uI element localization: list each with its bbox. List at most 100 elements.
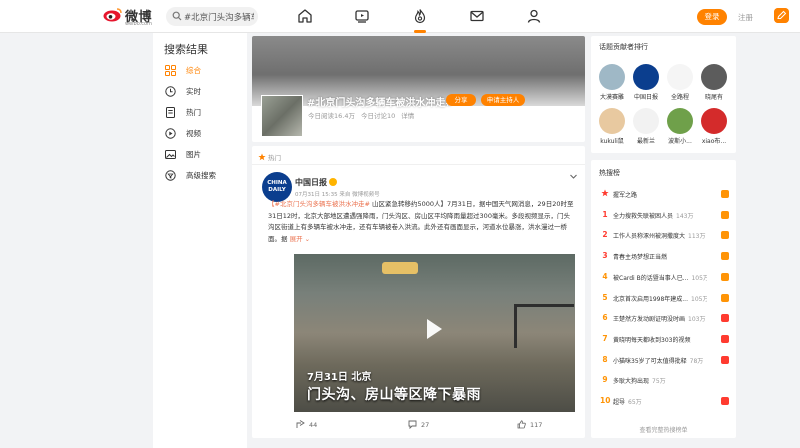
hot-search-count: 105万: [691, 295, 707, 303]
video-icon[interactable]: [354, 8, 370, 24]
hot-search-title-text: 被Cardi B的话暨当事人已...: [613, 274, 689, 282]
contributor-name[interactable]: 中国日报: [631, 92, 661, 101]
hot-search-item[interactable]: 1 全力搜救失联被困人员 143万: [591, 209, 736, 223]
play-circle-icon: [165, 128, 176, 139]
contributor-ranking-card: 话题贡献者排行 大漠赛雕 中国日报 全路程 晓尾有 kukuli鼠 最新兰 波斯小... xi…: [591, 36, 736, 153]
comment-button[interactable]: 27: [408, 420, 429, 429]
sidebar-item-comprehensive[interactable]: 综合: [165, 64, 245, 78]
contributor-avatar[interactable]: [599, 64, 625, 90]
hot-search-title-text: 小猫咪35岁了可太值得批释: [613, 357, 687, 365]
contributor-avatar[interactable]: [667, 64, 693, 90]
contributor-name[interactable]: kukuli鼠: [597, 136, 627, 145]
compose-button[interactable]: [774, 8, 789, 23]
contributor-name[interactable]: 最新兰: [631, 136, 661, 145]
view-full-hot-list-link[interactable]: 查看完整热搜榜单: [591, 425, 736, 434]
sidebar-item-hot[interactable]: 热门: [165, 106, 245, 120]
contributor-avatar[interactable]: [701, 64, 727, 90]
apply-host-button[interactable]: 申请主持人: [481, 94, 525, 106]
top-navbar: 微博 weibo.com #北京门头沟多辆车被洪 登录 注册: [0, 0, 800, 33]
sidebar-item-image[interactable]: 图片: [165, 148, 245, 162]
hot-badge-icon: [721, 334, 729, 343]
share-button[interactable]: 分享: [446, 94, 476, 106]
user-icon[interactable]: [526, 8, 542, 24]
hot-search-item[interactable]: 5 北京首次启用1998年建成... 105万: [591, 292, 736, 306]
hot-search-item[interactable]: 3 青春主场梦想正当燃: [591, 250, 736, 264]
login-button[interactable]: 登录: [697, 9, 727, 25]
sidebar-item-label: 视频: [186, 129, 201, 138]
play-icon[interactable]: [420, 316, 446, 342]
sidebar-item-realtime[interactable]: 实时: [165, 85, 245, 99]
search-input[interactable]: #北京门头沟多辆车被洪: [166, 7, 258, 26]
hot-search-item[interactable]: 7 黄晓明每天都收到303的视频: [591, 333, 736, 347]
sidebar-item-advanced-search[interactable]: 高级搜索: [165, 169, 245, 183]
topic-hashtag[interactable]: 【#北京门头沟多辆车被洪水冲走#: [268, 200, 370, 208]
avatar-text: CHINA DAILY: [267, 180, 287, 193]
video-frame-car: [382, 262, 418, 274]
contributor-name[interactable]: xiao布...: [699, 136, 729, 145]
hot-search-rank: [600, 189, 610, 199]
hot-badge-icon: [721, 397, 729, 405]
hot-search-text: 多耿大狗出现 75万: [613, 376, 707, 385]
hot-search-text: 工作人员称涿州被洞撒度大 113万: [613, 231, 707, 240]
contributor-name[interactable]: 波斯小...: [665, 136, 695, 145]
section-label: 热门: [258, 152, 281, 162]
sidebar-item-label: 综合: [186, 66, 201, 75]
hot-search-text: 黄晓明每天都收到303的视频: [613, 335, 707, 344]
contributor-name[interactable]: 全路程: [665, 92, 695, 101]
weibo-logo[interactable]: 微博 weibo.com: [103, 6, 163, 28]
sidebar-item-label: 图片: [186, 150, 201, 159]
hot-search-title-text: 青春主场梦想正当燃: [613, 254, 668, 262]
expand-link[interactable]: 展开: [290, 235, 303, 243]
hot-search-rank: 8: [602, 354, 608, 364]
contributor-avatar[interactable]: [701, 108, 727, 134]
hot-search-title-text: 北京首次启用1998年建成...: [613, 295, 688, 303]
hot-search-item[interactable]: 9 多耿大狗出现 75万: [591, 374, 736, 388]
chevron-down-icon[interactable]: [569, 172, 578, 181]
post-card: 热门 CHINA DAILY 中国日报 07月31日 15:35 来自 微博视频…: [252, 146, 585, 438]
hot-search-count: 113万: [688, 233, 706, 241]
hot-search-item[interactable]: 8 小猫咪35岁了可太值得批释 78万: [591, 354, 736, 368]
contributor-name[interactable]: 大漠赛雕: [597, 92, 627, 101]
hot-search-text: 北京首次启用1998年建成... 105万: [613, 294, 707, 303]
home-icon[interactable]: [297, 8, 313, 24]
hot-search-item[interactable]: 4 被Cardi B的话暨当事人已... 105万: [591, 271, 736, 285]
contributor-avatar[interactable]: [633, 108, 659, 134]
hot-search-text: 被Cardi B的话暨当事人已... 105万: [613, 273, 707, 282]
mail-icon[interactable]: [469, 8, 485, 24]
expand-chevron-icon[interactable]: ⌄: [303, 235, 310, 243]
sidebar-item-label: 实时: [186, 87, 201, 96]
author-name-text: 中国日报: [295, 178, 327, 187]
post-actions: 44 27 117: [252, 418, 585, 434]
hot-badge-icon: [721, 314, 729, 323]
hot-flame-icon[interactable]: [412, 8, 428, 24]
active-tab-indicator: [414, 30, 426, 33]
image-icon: [165, 150, 176, 159]
avatar[interactable]: CHINA DAILY: [262, 172, 292, 202]
like-icon: [517, 420, 526, 429]
hot-search-item[interactable]: 6 王楚然方发动剧证明没时画 103万: [591, 312, 736, 326]
hot-search-count: 143万: [676, 212, 694, 220]
contributor-name[interactable]: 晓尾有: [699, 92, 729, 101]
share-icon: [296, 420, 305, 428]
register-link[interactable]: 注册: [738, 12, 753, 23]
sidebar-item-video[interactable]: 视频: [165, 127, 245, 141]
sidebar-item-label: 热门: [186, 108, 201, 117]
video-player[interactable]: 7月31日 北京 门头沟、房山等区降下暴雨: [294, 254, 575, 412]
topic-thumbnail[interactable]: [261, 95, 303, 137]
contributor-avatar[interactable]: [633, 64, 659, 90]
hot-search-item[interactable]: 2 工作人员称涿州被洞撒度大 113万: [591, 229, 736, 243]
like-button[interactable]: 117: [517, 420, 542, 429]
author-name[interactable]: 中国日报: [295, 177, 337, 188]
hot-search-item[interactable]: 10 超导 65万: [591, 395, 736, 409]
hot-search-count: 65万: [628, 399, 642, 406]
contributor-avatar[interactable]: [599, 108, 625, 134]
contributor-avatar[interactable]: [667, 108, 693, 134]
hot-search-title-text: 黄晓明每天都收到303的视频: [613, 336, 691, 344]
topic-stats: 今日阅读16.4万 今日讨论10 详情: [308, 110, 420, 120]
detail-link[interactable]: 详情: [401, 112, 414, 120]
repost-button[interactable]: 44: [296, 420, 317, 429]
hot-search-title-text: 多耿大狗出现: [613, 378, 650, 386]
hot-search-item[interactable]: 握军之路: [591, 188, 736, 202]
like-count: 117: [530, 421, 543, 429]
video-frame-railing: [514, 304, 574, 348]
